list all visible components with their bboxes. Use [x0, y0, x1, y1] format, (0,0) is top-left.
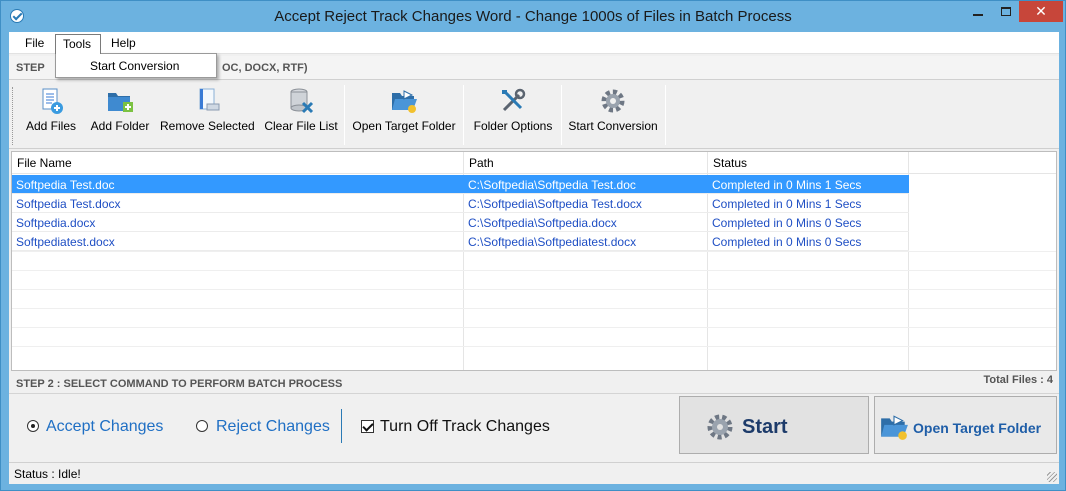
toolbar-separator [463, 85, 464, 145]
add-folder-label: Add Folder [90, 119, 150, 133]
turn-off-track-changes-label[interactable]: Turn Off Track Changes [380, 418, 550, 436]
cell-status: Completed in 0 Mins 1 Secs [712, 178, 862, 192]
cell-file-name: Softpedia Test.doc [16, 178, 115, 192]
reject-changes-label[interactable]: Reject Changes [216, 418, 330, 436]
turn-off-track-changes-checkbox[interactable] [361, 420, 374, 433]
step2-label: STEP 2 : SELECT COMMAND TO PERFORM BATCH… [16, 378, 343, 390]
add-folder-button[interactable]: Add Folder [89, 87, 151, 143]
cell-path: C:\Softpedia\Softpedia Test.docx [468, 197, 642, 211]
toolbar-grip[interactable] [12, 87, 15, 145]
cell-status: Completed in 0 Mins 1 Secs [712, 197, 862, 211]
reject-changes-radio[interactable] [196, 420, 208, 432]
title-bar[interactable]: Accept Reject Track Changes Word - Chang… [1, 1, 1065, 32]
app-window: Accept Reject Track Changes Word - Chang… [0, 0, 1066, 491]
gear-icon [707, 414, 733, 440]
table-row[interactable]: Softpedia.docx C:\Softpedia\Softpedia.do… [12, 213, 909, 232]
toolbar-separator [344, 85, 345, 145]
grid-line [12, 308, 1056, 309]
close-button[interactable]: ✕ [1019, 1, 1063, 22]
add-files-button[interactable]: Add Files [23, 87, 79, 143]
document-remove-icon [199, 88, 220, 111]
database-delete-icon [290, 88, 314, 114]
folder-open-icon [881, 415, 908, 440]
minimize-button[interactable] [964, 1, 992, 22]
resize-grip-icon[interactable] [1047, 472, 1057, 482]
list-header: File Name Path Status [12, 152, 1056, 174]
maximize-button[interactable] [992, 1, 1020, 22]
gear-icon [601, 89, 625, 113]
minimize-icon [973, 14, 983, 16]
document-add-icon [42, 88, 63, 114]
window-title: Accept Reject Track Changes Word - Chang… [274, 8, 792, 25]
column-path[interactable]: Path [469, 156, 494, 170]
cell-path: C:\Softpedia\Softpedia Test.doc [468, 178, 636, 192]
step1-label-tail: OC, DOCX, RTF) [222, 62, 308, 74]
clear-file-list-label: Clear File List [264, 119, 338, 133]
tools-dropdown: Start Conversion [55, 53, 217, 78]
accept-changes-label[interactable]: Accept Changes [46, 418, 163, 436]
menu-start-conversion[interactable]: Start Conversion [90, 59, 179, 73]
clear-file-list-button[interactable]: Clear File List [264, 87, 338, 143]
remove-selected-button[interactable]: Remove Selected [160, 87, 255, 143]
step1-label: STEP [16, 62, 45, 74]
step2-header: STEP 2 : SELECT COMMAND TO PERFORM BATCH… [9, 372, 1059, 394]
cell-file-name: Softpediatest.docx [16, 235, 115, 249]
cell-status: Completed in 0 Mins 0 Secs [712, 216, 862, 230]
menu-bar: File Tools Help [9, 32, 1059, 54]
menu-help[interactable]: Help [111, 36, 136, 50]
cell-path: C:\Softpedia\Softpediatest.docx [468, 235, 637, 249]
start-conversion-button[interactable]: Start Conversion [567, 87, 659, 143]
maximize-icon [1001, 7, 1011, 16]
grid-line [12, 270, 1056, 271]
grid-line [12, 289, 1056, 290]
cell-status: Completed in 0 Mins 0 Secs [712, 235, 862, 249]
cell-file-name: Softpedia Test.docx [16, 197, 121, 211]
command-panel: Accept Changes Reject Changes Turn Off T… [9, 395, 1059, 461]
menu-file[interactable]: File [25, 36, 44, 50]
grid-line [12, 327, 1056, 328]
add-files-label: Add Files [25, 119, 77, 133]
file-list[interactable]: File Name Path Status Softpedia Test.doc… [11, 151, 1057, 371]
toolbar-separator [665, 85, 666, 145]
toolbar: Add Files Add Folder Remove Selected Cle… [9, 81, 1059, 149]
folder-options-label: Folder Options [473, 119, 553, 133]
open-target-folder-button[interactable]: Open Target Folder [351, 87, 457, 143]
total-files: Total Files : 4 [983, 374, 1053, 386]
open-target-folder-large-label: Open Target Folder [913, 420, 1042, 436]
tools-icon [502, 88, 526, 112]
status-bar: Status : Idle! [9, 462, 1059, 484]
cell-path: C:\Softpedia\Softpedia.docx [468, 216, 617, 230]
table-row[interactable]: Softpedia Test.docx C:\Softpedia\Softped… [12, 194, 909, 213]
cell-file-name: Softpedia.docx [16, 216, 96, 230]
folder-open-icon [392, 90, 417, 113]
remove-selected-label: Remove Selected [160, 119, 255, 133]
grid-line [12, 251, 1056, 252]
folder-options-button[interactable]: Folder Options [471, 87, 555, 143]
start-conversion-label: Start Conversion [568, 119, 658, 133]
options-divider [341, 409, 342, 443]
open-target-folder-large-button[interactable]: Open Target Folder [874, 396, 1057, 454]
client-area: File Tools Help Start Conversion STEP OC… [9, 32, 1059, 484]
table-row[interactable]: Softpediatest.docx C:\Softpedia\Softpedi… [12, 232, 909, 251]
column-status[interactable]: Status [713, 156, 747, 170]
column-file-name[interactable]: File Name [17, 156, 72, 170]
accept-changes-radio[interactable] [27, 420, 39, 432]
menu-tools[interactable]: Tools [55, 34, 101, 54]
table-row[interactable]: Softpedia Test.doc C:\Softpedia\Softpedi… [12, 175, 909, 194]
grid-line [12, 346, 1056, 347]
start-button[interactable]: Start [679, 396, 869, 454]
status-text: Status : Idle! [14, 467, 81, 481]
toolbar-separator [561, 85, 562, 145]
start-button-label: Start [742, 416, 788, 438]
open-target-folder-label: Open Target Folder [352, 119, 456, 133]
folder-add-icon [108, 93, 133, 112]
